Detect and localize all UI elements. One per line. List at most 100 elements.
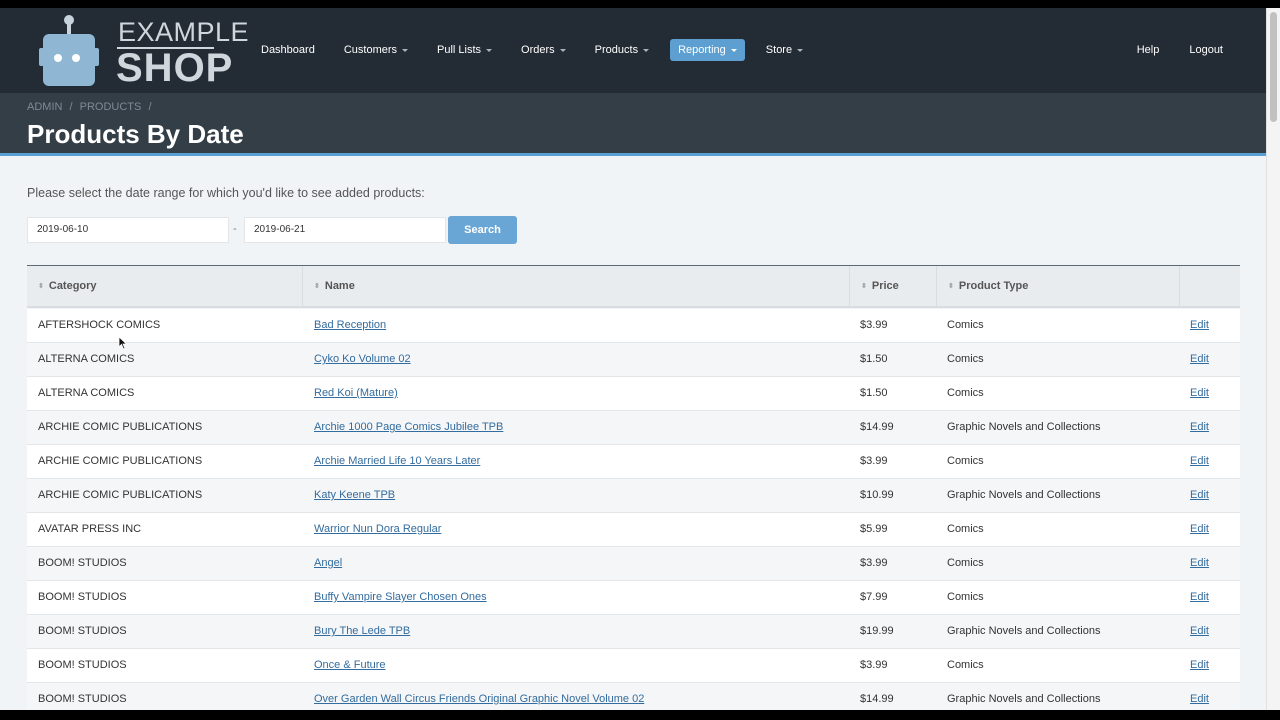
nav-reporting[interactable]: Reporting [670,39,745,61]
product-type-cell: Graphic Novels and Collections [947,693,1101,705]
edit-link[interactable]: Edit [1190,309,1209,342]
search-button[interactable]: Search [448,216,517,244]
table-row: ALTERNA COMICS Cyko Ko Volume 02 $1.50 Comi… [27,343,1240,377]
category-cell: BOOM! STUDIOS [38,659,127,671]
product-name-link[interactable]: Once & Future [314,649,386,682]
table-row: ALTERNA COMICS Red Koi (Mature) $1.50 Comic… [27,377,1240,411]
product-type-cell: Comics [947,455,984,467]
product-name-link[interactable]: Cyko Ko Volume 02 [314,343,411,376]
edit-link[interactable]: Edit [1190,445,1209,478]
column-header-category[interactable]: ⬍ Category [27,266,303,308]
sort-icon: ⬍ [314,283,320,290]
category-cell: BOOM! STUDIOS [38,557,127,569]
table-row: BOOM! STUDIOS Buffy Vampire Slayer Chosen… [27,581,1240,615]
column-label: Name [324,280,355,292]
breadcrumb-separator: / [148,101,152,113]
edit-link[interactable]: Edit [1190,581,1209,614]
sort-icon: ⬍ [38,283,44,290]
edit-link[interactable]: Edit [1190,343,1209,376]
product-type-cell: Graphic Novels and Collections [947,625,1101,637]
product-name-link[interactable]: Buffy Vampire Slayer Chosen Ones [314,581,487,614]
nav-store[interactable]: Store [758,39,811,61]
nav-label: Dashboard [261,44,315,56]
logo-text-example: EXAMPLE [118,17,250,47]
nav-orders[interactable]: Orders [513,39,574,61]
price-cell: $5.99 [860,523,888,535]
price-cell: $10.99 [860,489,894,501]
product-name-link[interactable]: Angel [314,547,342,580]
sort-icon: ⬍ [861,283,867,290]
caret-down-icon [486,48,493,52]
nav-dashboard[interactable]: Dashboard [253,39,323,61]
shop-logo[interactable]: EXAMPLE SHOP [38,14,249,90]
price-cell: $3.99 [860,319,888,331]
category-cell: BOOM! STUDIOS [38,591,127,603]
products-table: ⬍ Category ⬍ Name ⬍ Price ⬍ Product Type AFT… [27,265,1240,710]
breadcrumb-admin[interactable]: ADMIN [27,101,62,113]
caret-down-icon [730,48,737,52]
nav-products[interactable]: Products [587,39,657,61]
edit-link[interactable]: Edit [1190,683,1209,710]
end-date-input[interactable]: 2019-06-21 [244,217,446,243]
table-row: ARCHIE COMIC PUBLICATIONS Archie 1000 Pag… [27,411,1240,445]
robot-logo-icon [39,15,99,86]
product-name-link[interactable]: Warrior Nun Dora Regular [314,513,441,546]
edit-link[interactable]: Edit [1190,411,1209,444]
column-header-product-type[interactable]: ⬍ Product Type [937,266,1180,308]
start-date-input[interactable]: 2019-06-10 [27,217,229,243]
edit-link[interactable]: Edit [1190,649,1209,682]
nav-logout[interactable]: Logout [1181,39,1231,61]
nav-customers[interactable]: Customers [336,39,416,61]
price-cell: $1.50 [860,353,888,365]
product-name-link[interactable]: Archie Married Life 10 Years Later [314,445,480,478]
edit-link[interactable]: Edit [1190,547,1209,580]
table-row: BOOM! STUDIOS Once & Future $3.99 Comics Edi… [27,649,1240,683]
vertical-scrollbar[interactable] [1266,8,1280,710]
top-navbar: EXAMPLE SHOP Dashboard Customers Pull Li… [0,8,1266,93]
edit-link[interactable]: Edit [1190,377,1209,410]
column-label: Price [871,280,899,292]
mouse-cursor-icon [118,336,128,350]
price-cell: $3.99 [860,659,888,671]
product-name-link[interactable]: Archie 1000 Page Comics Jubilee TPB [314,411,503,444]
breadcrumb: ADMIN / PRODUCTS / [27,101,156,113]
category-cell: AVATAR PRESS INC [38,523,142,535]
price-cell: $3.99 [860,455,888,467]
scrollbar-thumb[interactable] [1270,12,1277,122]
product-name-link[interactable]: Bad Reception [314,309,386,342]
edit-link[interactable]: Edit [1190,615,1209,648]
logo-text-shop: SHOP [116,46,234,90]
nav-label: Products [594,44,639,56]
price-cell: $14.99 [860,693,894,705]
product-name-link[interactable]: Over Garden Wall Circus Friends Original… [314,683,644,710]
nav-pull-lists[interactable]: Pull Lists [429,39,500,61]
caret-down-icon [559,48,566,52]
table-row: BOOM! STUDIOS Over Garden Wall Circus Fri… [27,683,1240,710]
date-separator: - [233,223,237,235]
nav-label: Store [765,44,793,56]
column-header-name[interactable]: ⬍ Name [303,266,850,308]
product-name-link[interactable]: Bury The Lede TPB [314,615,410,648]
nav-help[interactable]: Help [1129,39,1168,61]
table-header: ⬍ Category ⬍ Name ⬍ Price ⬍ Product Type [27,266,1240,308]
caret-down-icon [643,48,650,52]
breadcrumb-separator: / [69,101,73,113]
app-window: EXAMPLE SHOP Dashboard Customers Pull Li… [0,8,1266,710]
product-type-cell: Comics [947,387,984,399]
price-cell: $7.99 [860,591,888,603]
breadcrumb-products[interactable]: PRODUCTS [80,101,142,113]
main-nav: Dashboard Customers Pull Lists Orders Pr… [253,39,824,61]
column-header-price[interactable]: ⬍ Price [850,266,937,308]
category-cell: BOOM! STUDIOS [38,693,127,705]
edit-link[interactable]: Edit [1190,513,1209,546]
caret-down-icon [402,48,409,52]
product-name-link[interactable]: Katy Keene TPB [314,479,395,512]
nav-label: Reporting [678,44,726,56]
edit-link[interactable]: Edit [1190,479,1209,512]
category-cell: BOOM! STUDIOS [38,625,127,637]
product-type-cell: Comics [947,353,984,365]
product-type-cell: Graphic Novels and Collections [947,489,1101,501]
category-cell: ALTERNA COMICS [38,387,135,399]
product-name-link[interactable]: Red Koi (Mature) [314,377,398,410]
category-cell: ARCHIE COMIC PUBLICATIONS [38,455,203,467]
